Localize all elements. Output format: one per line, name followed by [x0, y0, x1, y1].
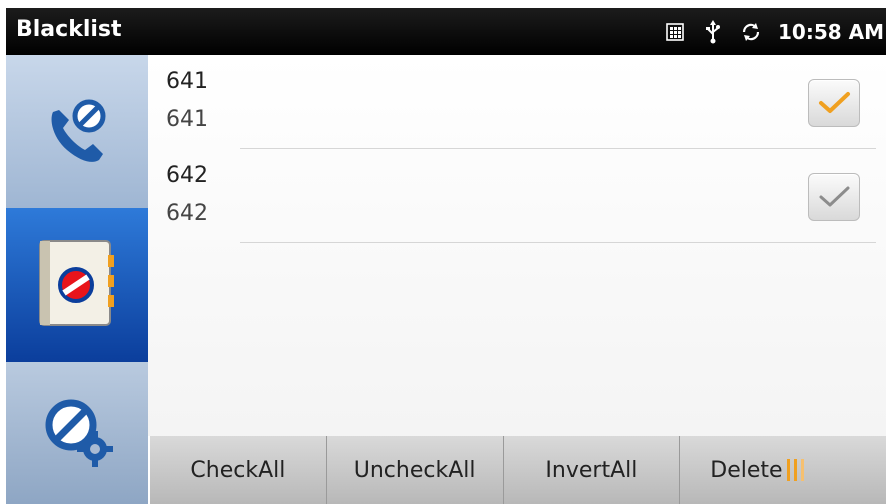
phone-blocked-icon [37, 90, 117, 174]
contact-number: 642 [166, 201, 208, 226]
delete-accent-icon [786, 459, 804, 481]
item-checkbox[interactable] [808, 173, 860, 221]
status-bar: Blacklist 10:58 AM [6, 8, 886, 55]
usb-icon [702, 19, 724, 43]
blacklist-list: 641 641 642 642 [148, 55, 886, 436]
sync-icon [740, 21, 762, 43]
keypad-icon [664, 21, 686, 43]
delete-label: Delete [710, 457, 783, 483]
item-checkbox[interactable] [808, 79, 860, 127]
status-clock: 10:58 AM [777, 19, 884, 44]
sidebar-item-blocked-contacts[interactable] [6, 208, 148, 362]
sidebar [6, 55, 148, 504]
delete-button[interactable]: Delete [680, 436, 886, 504]
list-item[interactable]: 641 641 [148, 55, 886, 149]
contact-name: 642 [166, 163, 208, 188]
status-icons: 10:58 AM [664, 8, 886, 55]
contact-number: 641 [166, 107, 208, 132]
check-all-button[interactable]: CheckAll [150, 436, 327, 504]
uncheck-all-button[interactable]: UncheckAll [327, 436, 504, 504]
contacts-blocked-icon [36, 237, 118, 333]
contact-name: 641 [166, 69, 208, 94]
invert-all-button[interactable]: InvertAll [504, 436, 681, 504]
list-item[interactable]: 642 642 [148, 149, 886, 243]
app-title: Blacklist [16, 17, 122, 42]
sidebar-item-blocked-calls[interactable] [6, 55, 148, 208]
check-icon [819, 92, 850, 113]
check-icon [819, 186, 850, 207]
bottom-action-bar: CheckAll UncheckAll InvertAll Delete [150, 436, 886, 504]
sidebar-item-block-settings[interactable] [6, 362, 148, 504]
block-settings-icon [37, 391, 117, 475]
